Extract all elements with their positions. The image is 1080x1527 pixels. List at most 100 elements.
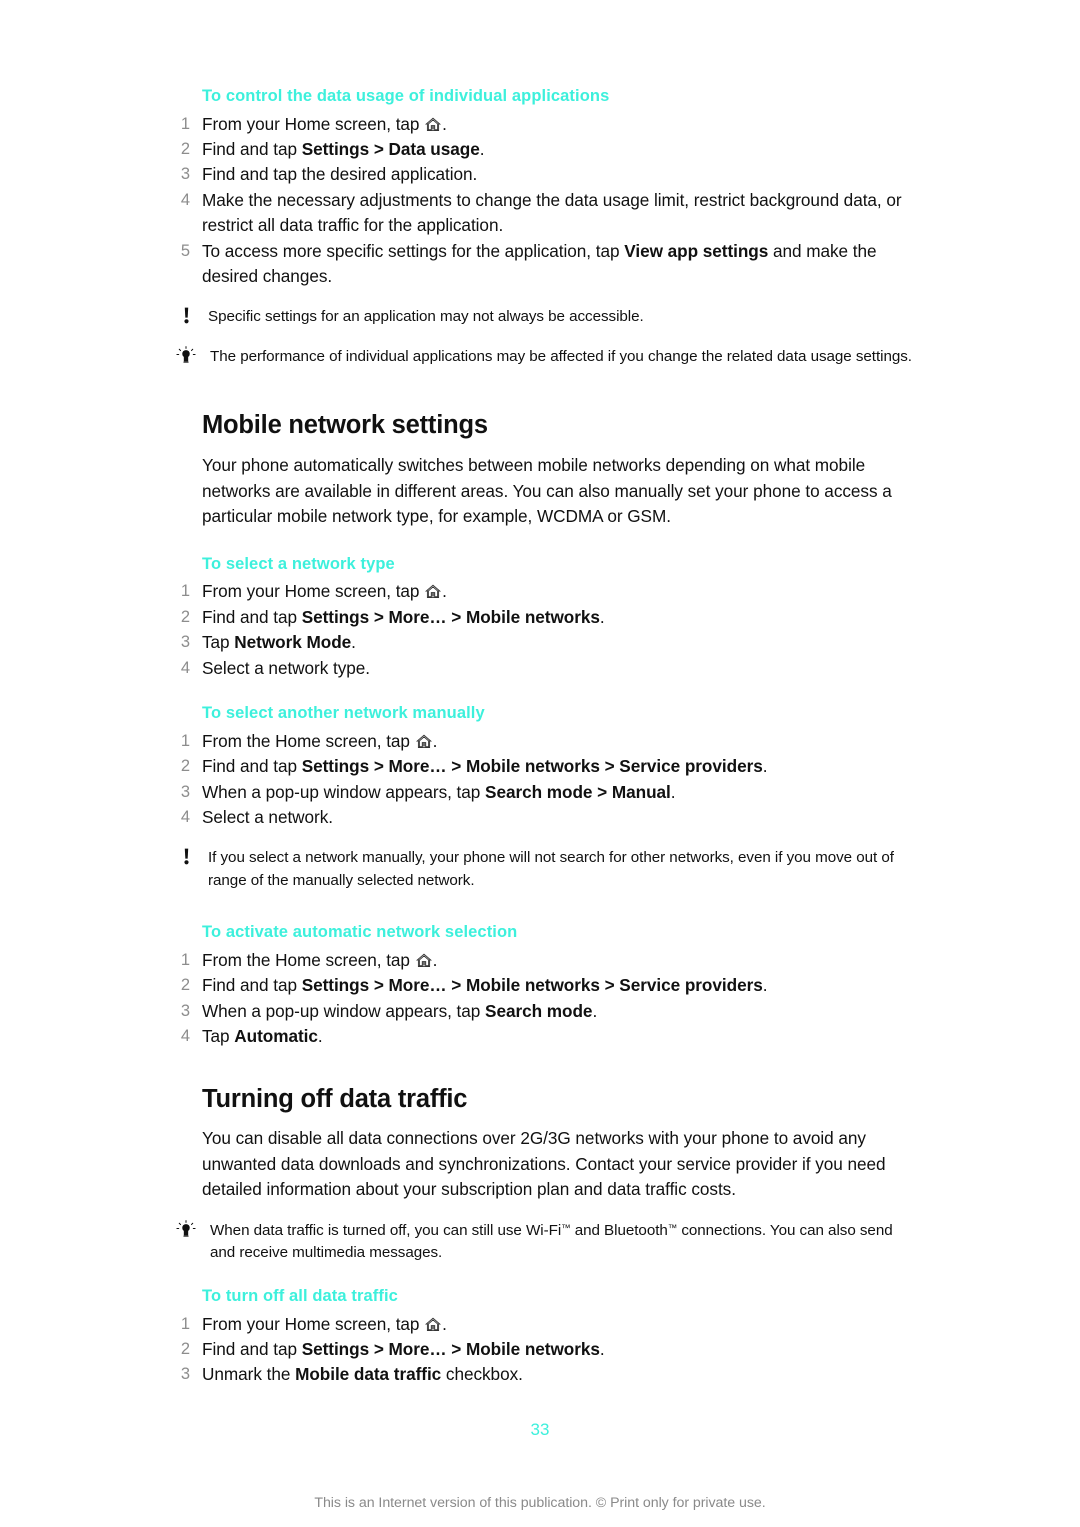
note-text: If you select a network manually, your p… [208,849,894,889]
note-text-pre: When data traffic is turned off, you can… [210,1221,562,1239]
step-text-pre: From the Home screen, tap [202,949,415,970]
step-text-post: . [432,949,438,970]
note-tip-wifi-bluetooth: When data traffic is turned off, you can… [168,1220,913,1265]
step-number: 5 [180,241,190,260]
list-item: 1 From the Home screen, tap . [168,729,913,754]
lightbulb-icon [174,346,198,368]
step-list-activate-automatic-selection: 1 From the Home screen, tap . 2 Find and… [168,948,913,1050]
step-text-pre: From your Home screen, tap [202,113,425,134]
step-text-post: . [762,756,768,777]
step-text-pre: Select a network type. [202,657,370,678]
footer-copyright-note: This is an Internet version of this publ… [314,1495,766,1511]
step-text-bold: Settings > More… > Mobile networks > Ser… [301,975,763,996]
page-title-mobile-network-settings: Mobile network settings [202,411,488,440]
list-item: 3 When a pop-up window appears, tap Sear… [168,999,913,1024]
step-text-pre: From your Home screen, tap [202,581,425,602]
section-heading-activate-automatic-selection: To activate automatic network selection [202,923,518,942]
step-text-post: checkbox. [441,1364,523,1385]
step-text-post: . [351,632,356,653]
step-text-pre: Find and tap the desired application. [202,164,478,185]
step-number: 4 [180,658,190,677]
trademark-symbol-bluetooth: ™ [667,1222,678,1234]
step-list-control-data-usage: 1 From your Home screen, tap . 2 Find an… [168,112,913,290]
step-number: 3 [180,633,190,652]
section-heading-control-data-usage: To control the data usage of individual … [202,87,610,105]
step-text-bold: Search mode [485,1000,593,1021]
step-text-pre: When a pop-up window appears, tap [202,781,486,802]
step-number: 4 [180,807,190,826]
step-list-turn-off-all-data-traffic: 1 From your Home screen, tap . 2 Find an… [168,1312,913,1388]
step-text-bold: Mobile data traffic [295,1364,442,1385]
list-item: 2 Find and tap Settings > More… > Mobile… [168,1337,913,1362]
step-text-post: . [442,113,447,134]
list-item: 3 Unmark the Mobile data traffic checkbo… [168,1362,913,1387]
step-text-post: . [442,1313,447,1334]
step-number: 3 [180,782,190,801]
trademark-symbol-wifi: ™ [561,1222,571,1234]
exclamation-icon [174,306,198,328]
step-text-pre: Unmark the [202,1364,296,1385]
list-item: 1 From your Home screen, tap . [168,1312,913,1337]
step-text-post: . [432,730,438,751]
step-number: 4 [180,190,190,209]
home-icon [425,117,442,132]
intro-paragraph-turning-off-data-traffic: You can disable all data connections ove… [202,1128,886,1200]
note-warning-specific-settings: Specific settings for an application may… [168,306,913,329]
list-item: 2 Find and tap Settings > More… > Mobile… [168,973,913,998]
list-item: 2 Find and tap Settings > More… > Mobile… [168,605,913,630]
step-text-post: . [599,1339,605,1359]
step-number: 2 [180,976,190,995]
document-page: To control the data usage of individual … [0,0,1080,1527]
step-text-bold: Automatic [234,1026,318,1047]
list-item: 3 When a pop-up window appears, tap Sear… [168,780,913,805]
page-title-turning-off-data-traffic: Turning off data traffic [202,1084,468,1113]
list-item: 3 Find and tap the desired application. [168,162,913,187]
intro-paragraph-mobile-network-settings: Your phone automatically switches betwee… [202,455,892,527]
step-text-pre: Find and tap [202,975,302,996]
step-number: 1 [180,1314,190,1333]
note-text: Specific settings for an application may… [208,308,644,326]
step-number: 4 [180,1027,190,1046]
step-text-post: . [442,581,447,602]
step-number: 3 [180,165,190,184]
step-text-post: . [670,781,676,802]
step-text-post: . [762,975,768,996]
section-heading-select-network-manually: To select another network manually [202,704,485,723]
step-text-pre: Tap [202,632,235,653]
step-text-pre: Find and tap [202,139,302,160]
step-number: 2 [180,607,190,626]
step-list-select-network-manually: 1 From the Home screen, tap . 2 Find and… [168,729,913,831]
step-number: 2 [180,757,190,776]
list-item: 2 Find and tap Settings > Data usage. [168,137,913,162]
step-text-pre: Find and tap [202,606,302,627]
list-item: 1 From the Home screen, tap . [168,948,913,973]
step-number: 1 [180,731,190,750]
step-text-pre: Make the necessary adjustments to change… [202,189,902,236]
step-text-bold: View app settings [624,240,769,261]
list-item: 4 Make the necessary adjustments to chan… [168,188,913,239]
step-text-post: . [317,1026,323,1047]
note-warning-manual-network: If you select a network manually, your p… [168,847,913,892]
step-number: 3 [180,1365,190,1384]
section-heading-select-network-type: To select a network type [202,554,395,573]
step-number: 1 [180,114,190,133]
list-item: 4 Tap Automatic. [168,1024,913,1049]
page-number: 33 [530,1420,550,1439]
note-text-mid: and Bluetooth [570,1221,668,1239]
step-text-pre: Find and tap [202,756,302,777]
step-text-pre: Tap [202,1026,235,1047]
step-list-select-network-type: 1 From your Home screen, tap . 2 Find an… [168,579,913,681]
step-text-bold: Settings > More… > Mobile networks [301,1339,600,1359]
step-text-bold: Search mode > Manual [485,781,671,802]
step-number: 1 [180,950,190,969]
section-heading-turn-off-all-data-traffic: To turn off all data traffic [202,1286,398,1305]
step-text-pre: From your Home screen, tap [202,1313,425,1334]
exclamation-icon [174,847,198,869]
lightbulb-icon [174,1220,198,1242]
home-icon [425,1317,442,1332]
step-number: 3 [180,1001,190,1020]
step-text-bold: Settings > More… > Mobile networks [301,606,600,627]
step-number: 1 [180,582,190,601]
note-text: The performance of individual applicatio… [210,347,912,365]
home-icon [415,953,432,968]
